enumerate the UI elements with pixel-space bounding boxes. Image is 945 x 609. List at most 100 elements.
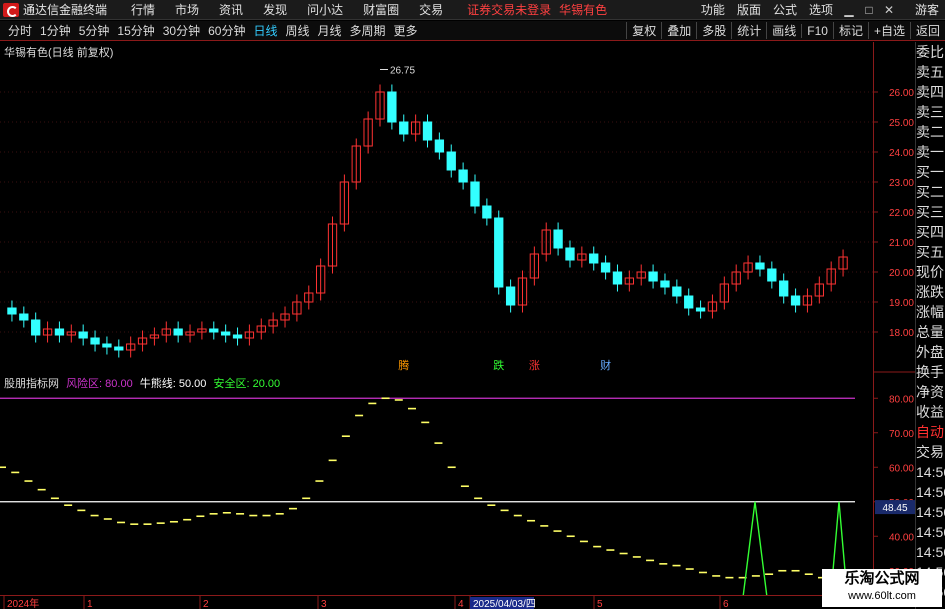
high-price-label: 26.75 [390,66,415,77]
guest-user[interactable]: 游客 [915,1,939,18]
candle-body [90,337,100,345]
candle-body [54,328,65,336]
candle-body [695,307,706,312]
candle-body [612,271,623,285]
period-30min[interactable]: 30分钟 [159,22,204,39]
price-axis-label: 22.00 [889,208,914,219]
event-marker[interactable]: 涨 [529,359,540,372]
menu-options[interactable]: 选项 [809,1,833,18]
event-marker[interactable]: 财 [600,358,611,372]
quote-field-label: 买三 [916,204,944,220]
period-60min[interactable]: 60分钟 [204,22,249,39]
quote-field-label: 现价 [916,264,944,280]
risk-zone-label: 风险区: 80.00 [66,378,133,390]
indicator-axis-label: 70.00 [889,429,914,440]
period-daily[interactable]: 日线 [249,22,281,39]
menu-layout[interactable]: 版面 [737,1,761,18]
price-axis-label: 20.00 [889,268,914,279]
indicator-panel[interactable]: 股朋指标网 风险区: 80.00 牛熊线: 50.00 安全区: 20.00 [0,373,873,606]
bull-line-label: 牛熊线: 50.00 [139,378,207,390]
menu-wealth[interactable]: 财富圈 [363,1,399,18]
candle-body [494,217,504,288]
date-label: 6 [723,599,729,609]
candle-body [672,286,682,297]
menu-market[interactable]: 市场 [175,1,199,18]
tool-draw[interactable]: 画线 [766,22,801,39]
candle-body [220,331,231,336]
quote-field-label: 卖二 [916,124,944,140]
buy-signal-spike [741,501,769,606]
period-5min[interactable]: 5分钟 [75,22,114,39]
indicator-axis-label: 80.00 [889,394,914,405]
tool-f10[interactable]: F10 [801,23,833,38]
quote-field-label: 卖四 [916,84,944,100]
period-15min[interactable]: 15分钟 [113,22,158,39]
minimize-icon[interactable]: ▁ [839,3,859,17]
price-chart-panel[interactable]: 26.75 ← 16.57 腾 跌 涨 财 华锡有色(日线 前复权) [0,42,873,382]
candle-body [78,331,88,339]
quote-field-label: 14:56 [916,524,945,540]
candle-body [684,295,694,309]
candle-body [553,229,563,249]
tool-mark[interactable]: 标记 [832,22,868,39]
candle-body [399,121,409,135]
current-value-label: 48.45 [882,503,907,514]
candle-body [482,205,492,219]
indicator-legend: 股朋指标网 风险区: 80.00 牛熊线: 50.00 安全区: 20.00 [4,375,280,391]
menu-news[interactable]: 资讯 [219,1,243,18]
quote-side-panel[interactable]: 委比 卖五 卖四 卖三 卖二 卖一 买一 买二 买三 买四 买五 现价 涨跌 涨幅 总量 外盘 换手 净资 收益 自动… [915,42,945,609]
menu-trade[interactable]: 交易 [419,1,443,18]
price-axis-label: 21.00 [889,238,914,249]
quote-field-label: 买四 [916,224,944,240]
period-weekly[interactable]: 周线 [281,22,313,39]
menu-formula[interactable]: 公式 [773,1,797,18]
tool-back[interactable]: 返回 [909,22,945,39]
quote-field-label: 14:56 [916,504,945,520]
candle-body [779,280,789,297]
tool-overlay[interactable]: 叠加 [661,22,696,39]
menu-discover[interactable]: 发现 [263,1,287,18]
period-1min[interactable]: 1分钟 [36,22,75,39]
period-multi[interactable]: 多周期 [346,22,390,39]
candle-body [589,253,599,264]
menu-ask[interactable]: 问小达 [307,1,343,18]
event-marker[interactable]: 跌 [493,358,504,372]
maximize-icon[interactable]: □ [859,3,879,17]
menu-quotes[interactable]: 行情 [131,1,155,18]
menu-function[interactable]: 功能 [701,1,725,18]
close-icon[interactable]: ✕ [879,3,899,17]
price-axis-label: 25.00 [889,118,914,129]
event-marker[interactable]: 腾 [398,358,409,372]
candle-body [755,262,765,270]
tool-adjust[interactable]: 复权 [626,22,661,39]
date-label: 1 [87,599,93,609]
candle-body [660,280,670,288]
indicator-chart[interactable] [0,373,873,606]
tool-stats[interactable]: 统计 [731,22,766,39]
indicator-axis-label: 40.00 [889,532,914,543]
low-price-label: ← 16.57 [133,371,171,372]
period-monthly[interactable]: 月线 [314,22,346,39]
quote-field-label: 卖一 [916,144,944,160]
quote-field-label: 卖五 [916,64,944,80]
date-label: 2025/04/03/四 [473,599,536,609]
date-label: 2024年 [7,597,39,609]
period-toolbar: 分时 1分钟 5分钟 15分钟 30分钟 60分钟 日线 周线 月线 多周期 更… [0,21,945,41]
quote-field-label: 自动 [916,424,944,440]
candle-body [767,268,777,282]
quote-field-label: 收益 [916,404,944,420]
tool-multi-stock[interactable]: 多股 [696,22,731,39]
quote-field-label: 买一 [916,164,944,180]
date-axis: 2024年 1 2 3 4 2025/04/03/四 5 6 [0,595,873,609]
period-intraday[interactable]: 分时 [4,22,36,39]
candlestick-chart[interactable]: 26.75 ← 16.57 腾 跌 涨 财 [0,42,873,382]
candle-body [102,343,112,348]
period-more[interactable]: 更多 [390,22,422,39]
quote-field-label: 交易 [916,444,944,460]
candle-body [19,313,29,321]
candle-body [387,91,397,123]
login-status[interactable]: 证券交易未登录 [467,1,551,18]
quote-field-label: 14:56 [916,464,945,480]
price-axis-label: 26.00 [889,88,914,99]
tool-add-watchlist[interactable]: +自选 [867,22,910,39]
